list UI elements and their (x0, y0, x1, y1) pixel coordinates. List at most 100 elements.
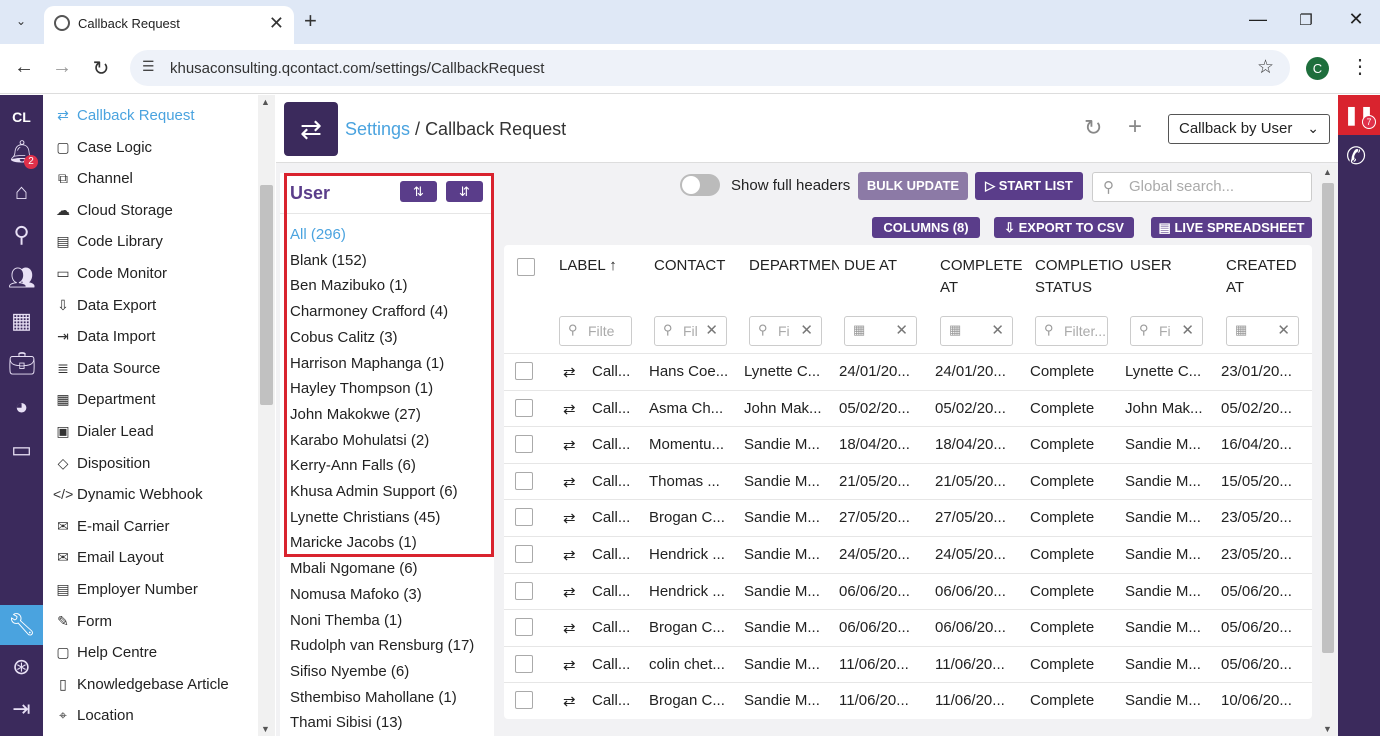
browser-menu-icon[interactable]: ⋮ (1350, 54, 1370, 79)
table-row[interactable]: ⇄ Call... Hendrick ... Sandie M... 24/05/20.… (504, 536, 1312, 573)
user-filter-item[interactable]: Noni Themba (1) (290, 612, 402, 629)
table-row[interactable]: ⇄ Call... Brogan C... Sandie M... 06/06/20..… (504, 609, 1312, 646)
row-checkbox[interactable] (515, 654, 533, 673)
menu-item-cloud-storage[interactable]: ☁ Cloud Storage (53, 202, 173, 226)
menu-item-data-import[interactable]: ⇥ Data Import (53, 328, 155, 352)
home-icon[interactable]: ⌂ (8, 179, 35, 205)
grid-scrollbar[interactable]: ▲ ▼ (1320, 165, 1336, 736)
menu-item-dynamic-webhook[interactable]: </> Dynamic Webhook (53, 486, 203, 510)
menu-item-email-layout[interactable]: ✉ Email Layout (53, 549, 164, 573)
menu-item-data-source[interactable]: ≣ Data Source (53, 360, 160, 384)
clear-filter-icon[interactable]: ✕ (895, 321, 908, 339)
user-filter-item[interactable]: Thami Sibisi (13) (290, 714, 403, 731)
column-filter[interactable]: ▦ ✕ (1226, 316, 1299, 346)
window-close-button[interactable]: ✕ (1346, 9, 1366, 30)
user-filter-item[interactable]: Sifiso Nyembe (6) (290, 663, 409, 680)
column-filter[interactable]: ▦ ✕ (844, 316, 917, 346)
start-list-button[interactable]: ▷ START LIST (975, 172, 1083, 200)
bookmark-star-icon[interactable]: ☆ (1257, 56, 1274, 79)
column-filter[interactable]: ⚲ Filter... (1035, 316, 1108, 346)
table-row[interactable]: ⇄ Call... Asma Ch... John Mak... 05/02/20...… (504, 389, 1312, 427)
tab-search-button[interactable]: ⌄ (10, 10, 32, 32)
menu-item-code-monitor[interactable]: ▭ Code Monitor (53, 265, 167, 289)
column-filter[interactable]: ⚲ Fi ✕ (1130, 316, 1203, 346)
columns-button[interactable]: COLUMNS (8) (872, 217, 980, 238)
menu-item-channel[interactable]: ⧉ Channel (53, 170, 133, 194)
table-cell[interactable]: Call... (592, 436, 630, 453)
add-icon[interactable]: + (1128, 113, 1142, 141)
restore-button[interactable]: ❐ (1296, 11, 1316, 29)
pie-chart-icon[interactable]: ◕ (8, 394, 35, 420)
new-tab-button[interactable]: + (304, 8, 317, 34)
column-filter[interactable]: ▦ ✕ (940, 316, 1013, 346)
menu-item-location[interactable]: ⌖ Location (53, 707, 134, 731)
global-search-input[interactable] (1129, 178, 1299, 195)
table-cell[interactable]: Call... (592, 363, 630, 380)
wrench-icon[interactable]: 🔧︎ (8, 612, 36, 638)
site-info-icon[interactable]: ☰ (142, 58, 155, 75)
briefcase-icon[interactable]: 💼︎ (8, 351, 36, 377)
column-header[interactable]: LABEL ↑ (559, 255, 649, 277)
scroll-up-arrow[interactable]: ▲ (1323, 167, 1332, 177)
table-cell[interactable]: Call... (592, 473, 630, 490)
user-filter-item[interactable]: Nomusa Mafoko (3) (290, 586, 422, 603)
table-cell[interactable]: Call... (592, 400, 630, 417)
row-checkbox[interactable] (515, 362, 533, 380)
row-checkbox[interactable] (515, 398, 533, 417)
lifebuoy-icon[interactable]: ⊛ (8, 654, 35, 680)
menu-item-e-mail-carrier[interactable]: ✉ E-mail Carrier (53, 518, 169, 542)
table-row[interactable]: ⇄ Call... colin chet... Sandie M... 11/06/20… (504, 645, 1312, 683)
table-cell[interactable]: Call... (592, 656, 630, 673)
column-header[interactable]: COMPLETIO STATUS (1035, 255, 1125, 299)
menu-item-dialer-lead[interactable]: ▣ Dialer Lead (53, 423, 153, 447)
menu-item-employer-number[interactable]: ▤ Employer Number (53, 581, 198, 605)
menu-item-disposition[interactable]: ◇ Disposition (53, 455, 151, 479)
user-filter-item[interactable]: Sthembiso Mahollane (1) (290, 689, 457, 706)
menu-item-code-library[interactable]: ▤ Code Library (53, 233, 163, 257)
phone-icon[interactable]: ✆ (1346, 142, 1366, 171)
profile-avatar[interactable]: C (1306, 57, 1329, 80)
user-filter-item[interactable]: Rudolph van Rensburg (17) (290, 637, 474, 654)
column-filter[interactable]: ⚲ Fi ✕ (749, 316, 822, 346)
column-header[interactable]: CREATED AT (1226, 255, 1312, 299)
reload-button[interactable]: ↻ (89, 56, 113, 81)
export-csv-button[interactable]: ⇩ EXPORT TO CSV (994, 217, 1134, 238)
monitor-icon[interactable]: ▭ (8, 437, 35, 463)
scroll-up-arrow[interactable]: ▲ (261, 97, 270, 107)
table-cell[interactable]: Call... (592, 692, 630, 709)
app-label[interactable]: CL (0, 109, 43, 125)
column-header[interactable]: COMPLETE AT (940, 255, 1030, 299)
menu-item-help-centre[interactable]: ▢ Help Centre (53, 644, 157, 668)
menu-item-knowledgebase-article[interactable]: ▯ Knowledgebase Article (53, 676, 229, 700)
scroll-thumb[interactable] (260, 185, 273, 405)
table-cell[interactable]: Call... (592, 509, 630, 526)
column-filter[interactable]: ⚲ Fil ✕ (654, 316, 727, 346)
minimize-button[interactable]: — (1248, 9, 1268, 30)
logout-icon[interactable]: ⇥ (8, 696, 35, 722)
scroll-down-arrow[interactable]: ▼ (1323, 724, 1332, 734)
search-icon[interactable]: ⚲ (8, 222, 35, 248)
table-row[interactable]: ⇄ Call... Brogan C... Sandie M... 27/05/20..… (504, 499, 1312, 536)
row-checkbox[interactable] (515, 508, 533, 527)
row-checkbox[interactable] (515, 545, 533, 563)
global-search[interactable]: ⚲ (1092, 172, 1312, 202)
row-checkbox[interactable] (515, 691, 533, 710)
menu-item-data-export[interactable]: ⇩ Data Export (53, 297, 156, 321)
menu-item-case-logic[interactable]: ▢ Case Logic (53, 139, 152, 163)
url-text[interactable]: khusaconsulting.qcontact.com/settings/Ca… (170, 60, 544, 77)
refresh-icon[interactable]: ↻ (1084, 115, 1102, 141)
building-icon[interactable]: ▦ (8, 308, 35, 334)
users-icon[interactable]: 👥︎ (8, 265, 36, 291)
back-button[interactable]: ← (12, 56, 36, 79)
scroll-down-arrow[interactable]: ▼ (261, 724, 270, 734)
menu-item-callback-request[interactable]: ⇄ Callback Request (53, 107, 194, 131)
column-header[interactable]: CONTACT (654, 255, 744, 277)
clear-filter-icon[interactable]: ✕ (800, 321, 813, 339)
column-header[interactable]: DUE AT (844, 255, 934, 277)
clear-filter-icon[interactable]: ✕ (705, 321, 718, 339)
table-cell[interactable]: Call... (592, 583, 630, 600)
breadcrumb-settings-link[interactable]: Settings (345, 119, 410, 139)
user-filter-item[interactable]: Mbali Ngomane (6) (290, 560, 418, 577)
close-tab-icon[interactable]: ✕ (269, 13, 284, 34)
menu-scrollbar[interactable]: ▲ ▼ (258, 95, 275, 736)
